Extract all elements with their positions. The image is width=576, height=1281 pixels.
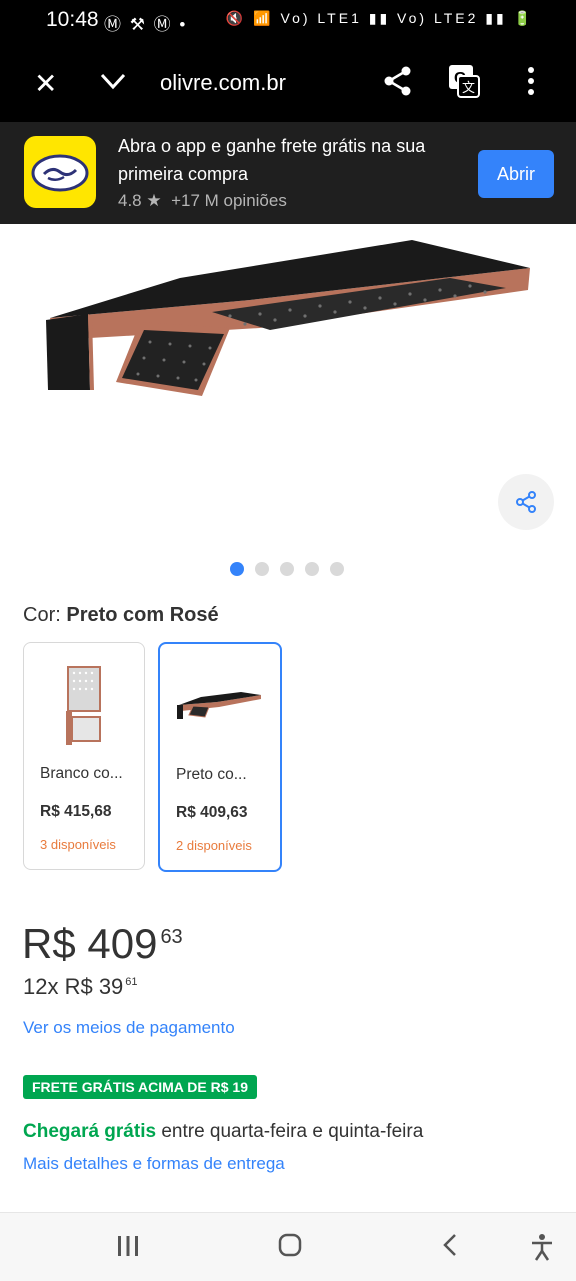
variant-price: R$ 415,68 <box>40 803 112 820</box>
variant-card-branco[interactable]: Branco co... R$ 415,68 3 disponíveis <box>23 642 145 870</box>
accessibility-icon[interactable] <box>530 1233 554 1266</box>
rating-value: 4.8 ★ <box>118 191 162 210</box>
free-shipping-badge: FRETE GRÁTIS ACIMA DE R$ 19 <box>23 1075 257 1099</box>
close-icon[interactable]: ✕ <box>34 70 57 98</box>
translate-icon[interactable]: G 文 <box>448 64 480 103</box>
delivery-dates: entre quarta-feira e quinta-feira <box>161 1121 424 1142</box>
url-bar[interactable]: olivre.com.br <box>160 70 286 96</box>
variant-price: R$ 409,63 <box>176 804 248 821</box>
color-label: Cor: <box>23 604 61 626</box>
variant-stock: 2 disponíveis <box>176 838 252 853</box>
variant-stock: 3 disponíveis <box>40 837 116 852</box>
delivery-highlight: Chegará grátis <box>23 1121 157 1142</box>
share-icon <box>516 491 536 513</box>
app-rating: 4.8 ★ +17 M opiniões <box>118 191 287 211</box>
variant-thumbnail <box>24 657 144 757</box>
open-app-button[interactable]: Abrir <box>478 150 554 198</box>
recent-apps-icon[interactable] <box>116 1235 140 1262</box>
home-icon[interactable] <box>278 1233 302 1262</box>
installments-cents: 61 <box>125 976 138 988</box>
back-icon[interactable] <box>442 1233 458 1262</box>
system-navigation-bar <box>0 1212 576 1281</box>
share-icon[interactable] <box>384 66 412 101</box>
status-time: 10:48 <box>46 8 99 31</box>
review-count: +17 M opiniões <box>171 191 287 210</box>
delivery-details-link[interactable]: Mais detalhes e formas de entrega <box>23 1154 285 1174</box>
chevron-down-icon[interactable] <box>100 68 126 96</box>
system-status-icons: 🔇 📶 Vo) LTE1 ▮▮ Vo) LTE2 ▮▮ 🔋 <box>225 10 534 26</box>
gallery-pagination <box>230 562 344 576</box>
gallery-dot[interactable] <box>255 562 269 576</box>
product-price: R$ 409 63 <box>22 920 183 968</box>
gallery-dot[interactable] <box>230 562 244 576</box>
delivery-estimate: Chegará grátis entre quarta-feira e quin… <box>23 1121 423 1143</box>
product-image[interactable] <box>30 230 546 430</box>
variant-card-preto[interactable]: Preto co... R$ 409,63 2 disponíveis <box>158 642 282 872</box>
banner-title: Abra o app e ganhe frete grátis na sua p… <box>118 136 426 184</box>
variant-name: Branco co... <box>40 765 123 782</box>
price-cents: 63 <box>160 926 183 948</box>
browser-toolbar: ✕ G 文 <box>0 42 576 122</box>
share-button[interactable] <box>498 474 554 530</box>
gallery-dot[interactable] <box>305 562 319 576</box>
color-selection-label: Cor: Preto com Rosé <box>23 604 219 627</box>
payment-methods-link[interactable]: Ver os meios de pagamento <box>23 1018 235 1038</box>
installments: 12x R$ 39 61 <box>23 974 138 1000</box>
gallery-dot[interactable] <box>330 562 344 576</box>
variant-name: Preto co... <box>176 766 247 783</box>
gallery-dot[interactable] <box>280 562 294 576</box>
installments-value: 12x R$ 39 <box>23 974 124 999</box>
notification-icons: Ⓜ ⚒ Ⓜ • <box>104 15 188 34</box>
svg-text:文: 文 <box>462 80 475 95</box>
more-vert-icon[interactable] <box>526 66 536 101</box>
variant-thumbnail <box>160 658 280 758</box>
mercadolivre-logo-icon <box>24 136 96 208</box>
color-value: Preto com Rosé <box>66 604 219 626</box>
price-integer: R$ 409 <box>22 920 158 967</box>
